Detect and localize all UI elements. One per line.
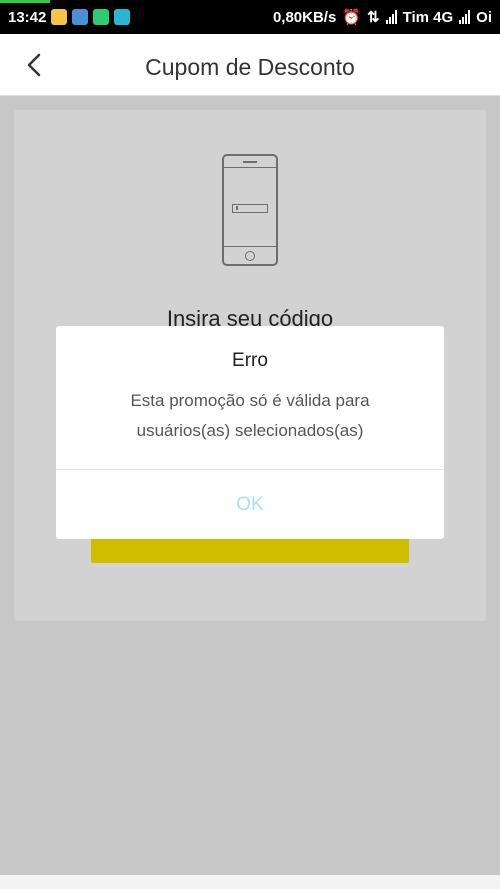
dialog-message-line-2: usuários(as) selecionados(as) bbox=[136, 421, 364, 440]
dialog-title: Erro bbox=[232, 350, 268, 371]
carrier-1: Tim 4G bbox=[402, 8, 454, 26]
download-progress-bar bbox=[0, 0, 50, 3]
status-time: 13:42 bbox=[8, 8, 47, 26]
page-title: Cupom de Desconto bbox=[145, 54, 355, 80]
notification-app-icon bbox=[72, 9, 89, 25]
data-arrows-icon: ⇅ bbox=[367, 9, 380, 26]
messenger-icon bbox=[114, 9, 131, 25]
dialog-message: Esta promoção só é válida para usuários(… bbox=[76, 386, 424, 446]
ok-button[interactable]: OK bbox=[56, 470, 444, 539]
status-bar: 13:42 0,80KB/s ⏰ ⇅ Tim 4G Oi bbox=[0, 0, 500, 34]
alarm-icon: ⏰ bbox=[342, 9, 361, 26]
app-header: Cupom de Desconto bbox=[0, 34, 500, 96]
network-speed: 0,80KB/s bbox=[272, 8, 337, 26]
submit-coupon-button[interactable] bbox=[91, 537, 409, 563]
signal-icon bbox=[459, 10, 471, 24]
notification-face-icon bbox=[51, 9, 68, 25]
dialog-message-line-1: Esta promoção só é válida para bbox=[130, 391, 370, 410]
carrier-2: Oi bbox=[476, 8, 492, 26]
phone-call-icon bbox=[93, 9, 110, 25]
error-dialog: Erro Esta promoção só é válida para usuá… bbox=[56, 326, 444, 539]
navigation-bar-strip bbox=[0, 875, 500, 889]
signal-icon bbox=[385, 10, 397, 24]
phone-icon bbox=[222, 154, 278, 266]
